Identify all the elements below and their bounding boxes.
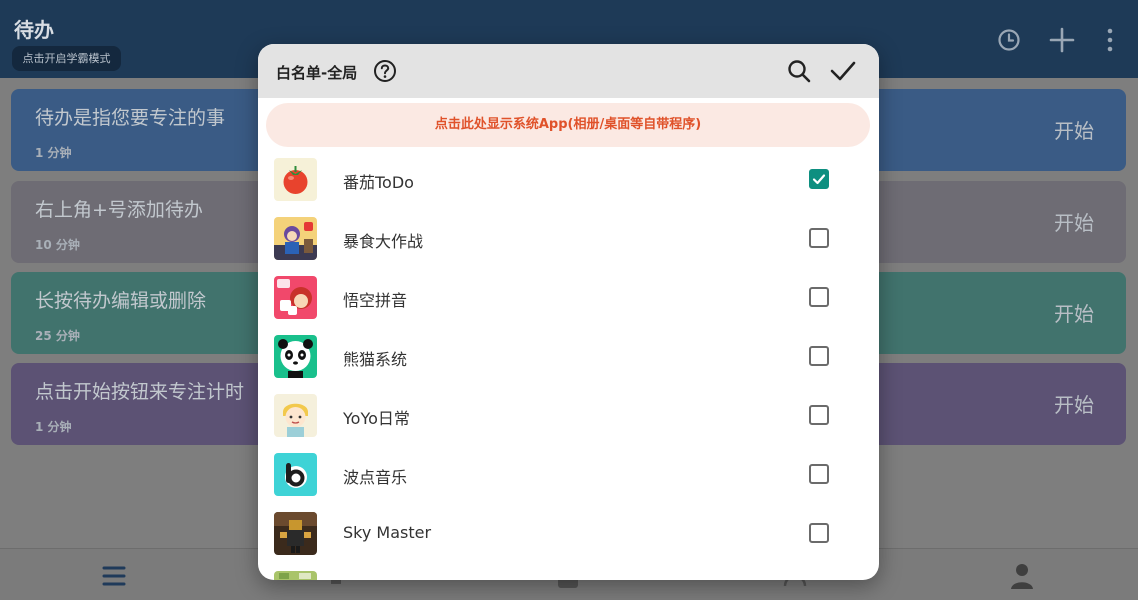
game-character-icon [274, 217, 317, 260]
app-name: 暴食大作战 [343, 232, 424, 251]
task-duration: 1 分钟 [35, 146, 72, 160]
whitelist-dialog: 白名单-全局 点击此处显示系统App(相册/桌面等自带程序) 番茄ToDo 暴食… [258, 44, 879, 580]
app-checkbox[interactable] [809, 346, 829, 366]
search-icon[interactable] [785, 57, 813, 85]
task-duration: 25 分钟 [35, 329, 80, 343]
app-name: Sky Master [343, 523, 432, 542]
list-item[interactable] [258, 563, 879, 580]
show-system-apps-banner[interactable]: 点击此处显示系统App(相册/桌面等自带程序) [266, 103, 870, 147]
confirm-check-icon[interactable] [829, 57, 857, 85]
clock-icon[interactable] [996, 26, 1022, 54]
app-name: 波点音乐 [343, 468, 408, 487]
list-item[interactable]: 悟空拼音 [258, 268, 879, 327]
task-title: 待办是指您要专注的事 [35, 107, 226, 129]
app-checkbox[interactable] [809, 405, 829, 425]
task-duration: 10 分钟 [35, 238, 80, 252]
sky-master-icon [274, 512, 317, 555]
app-icon-partial [274, 571, 317, 580]
task-duration: 1 分钟 [35, 420, 72, 434]
app-name: 熊猫系统 [343, 350, 408, 369]
list-item[interactable]: 番茄ToDo [258, 150, 879, 209]
start-button[interactable]: 开始 [1054, 389, 1094, 418]
study-mode-chip[interactable]: 点击开启学霸模式 [12, 46, 121, 71]
task-title: 长按待办编辑或删除 [35, 290, 207, 312]
start-button[interactable]: 开始 [1054, 207, 1094, 236]
help-icon[interactable] [373, 59, 397, 83]
app-name: 悟空拼音 [343, 291, 408, 310]
tomato-icon [274, 158, 317, 201]
app-checkbox[interactable] [809, 228, 829, 248]
bodian-music-icon [274, 453, 317, 496]
list-item[interactable]: YoYo日常 [258, 386, 879, 445]
task-title: 点击开始按钮来专注计时 [35, 381, 245, 403]
yoyo-icon [274, 394, 317, 437]
app-checkbox[interactable] [809, 523, 829, 543]
panda-icon [274, 335, 317, 378]
app-name: 番茄ToDo [343, 173, 414, 192]
wukong-icon [274, 276, 317, 319]
task-title: 右上角+号添加待办 [35, 199, 203, 221]
list-item[interactable]: 波点音乐 [258, 445, 879, 504]
start-button[interactable]: 开始 [1054, 298, 1094, 327]
app-checkbox[interactable] [809, 287, 829, 307]
dialog-title: 白名单-全局 [276, 64, 358, 82]
app-name: YoYo日常 [343, 409, 410, 428]
add-icon[interactable] [1049, 26, 1075, 54]
list-item[interactable]: 暴食大作战 [258, 209, 879, 268]
list-item[interactable]: Sky Master [258, 504, 879, 563]
app-list: 番茄ToDo 暴食大作战 悟空拼音 熊猫系统 YoYo日常 波点音乐 Sky M… [258, 150, 879, 580]
nav-todo-list-icon[interactable] [101, 562, 127, 592]
start-button[interactable]: 开始 [1054, 115, 1094, 144]
list-item[interactable]: 熊猫系统 [258, 327, 879, 386]
nav-profile-icon[interactable] [1009, 562, 1035, 592]
app-title: 待办 [14, 18, 54, 42]
app-checkbox[interactable] [809, 169, 829, 189]
more-options-icon[interactable] [1097, 26, 1123, 54]
dialog-header: 白名单-全局 [258, 44, 879, 98]
app-checkbox[interactable] [809, 464, 829, 484]
checkmark-icon [812, 174, 826, 185]
